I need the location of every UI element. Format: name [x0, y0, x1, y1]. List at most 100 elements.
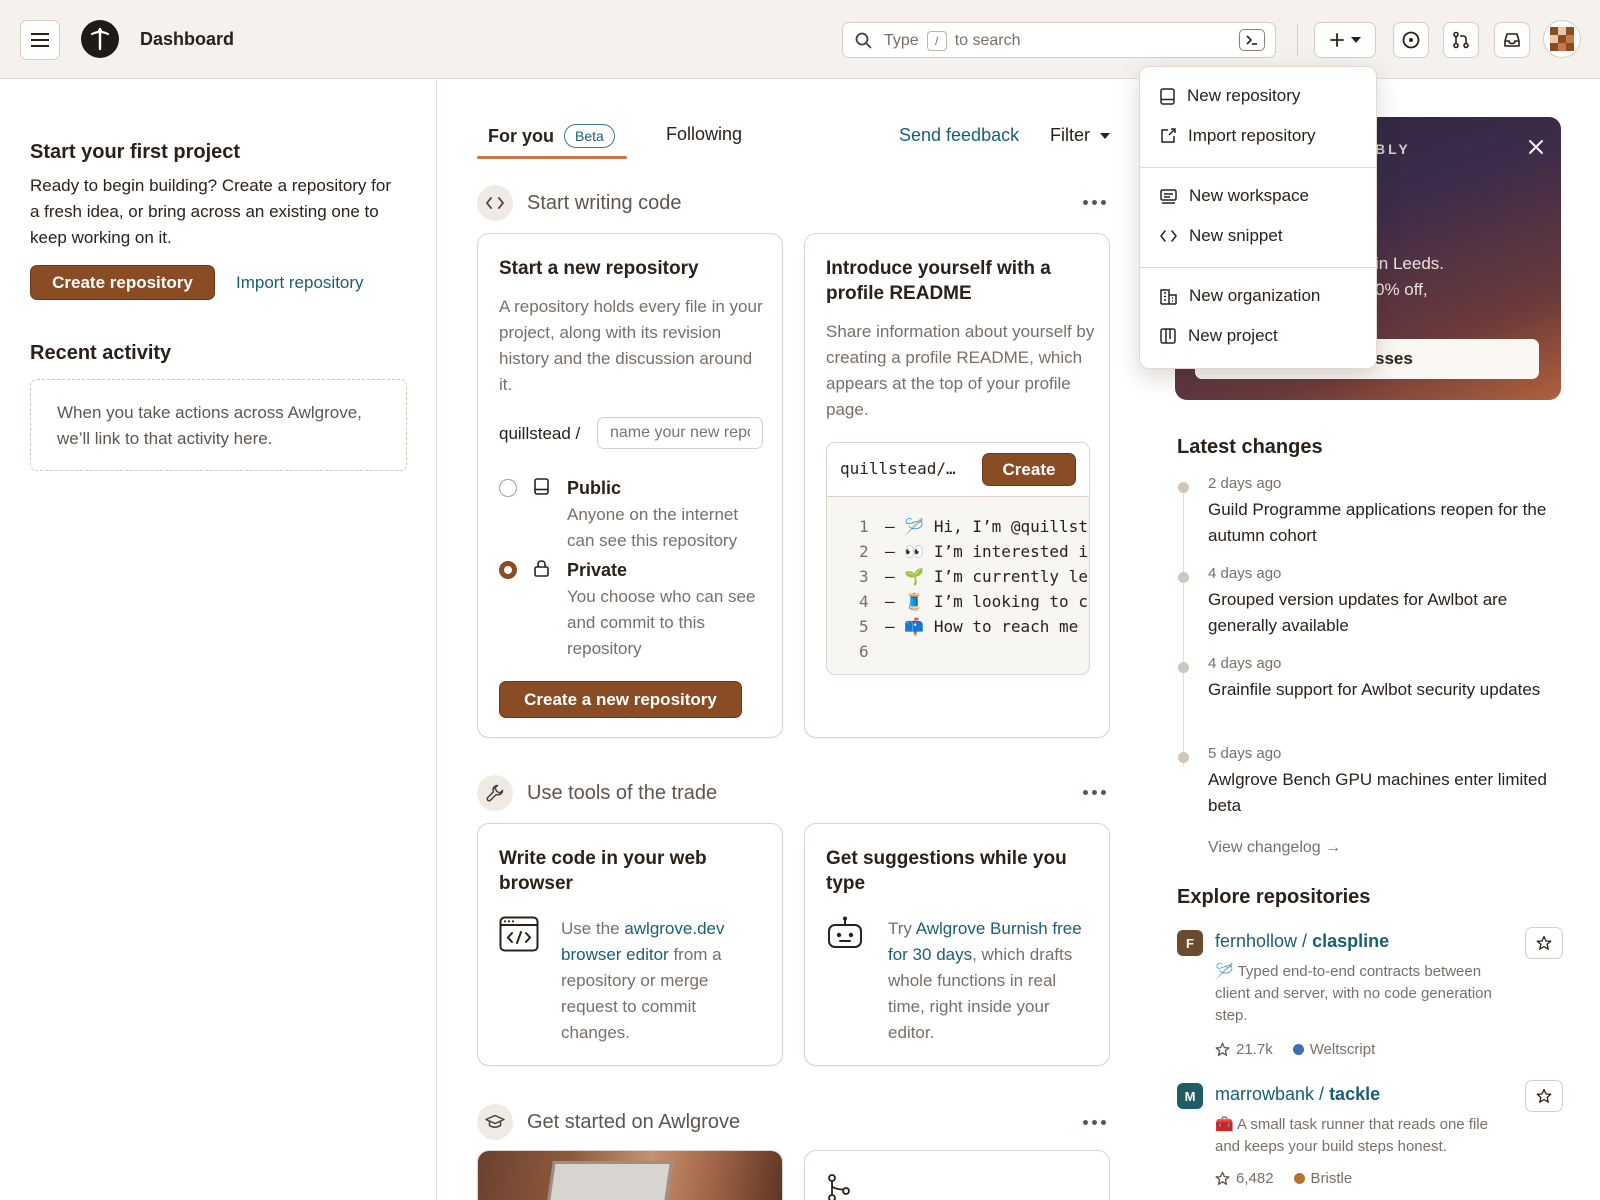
suggestions-card: Get suggestions while you type Try Awlgr… [804, 823, 1110, 1066]
repo-name-input[interactable] [597, 417, 763, 449]
inbox-icon [1503, 32, 1521, 48]
menu-new-workspace[interactable]: New workspace [1160, 186, 1309, 206]
create-repository-button[interactable]: Create repository [30, 265, 215, 300]
repo-language: Bristle [1310, 1170, 1353, 1187]
menu-new-organization[interactable]: New organization [1160, 286, 1320, 306]
repo-language: Weltscript [1309, 1041, 1376, 1058]
star-icon [1536, 935, 1552, 951]
section-get-started: Get started on Awlgrove [477, 1104, 740, 1140]
repo-meta: 21.7k Weltscript [1215, 1041, 1375, 1058]
explore-repositories-title: Explore repositories [1177, 886, 1371, 908]
create-readme-button[interactable]: Create [982, 453, 1076, 486]
menu-separator [1140, 167, 1376, 168]
close-icon[interactable] [1528, 139, 1544, 155]
get-started-card-image[interactable] [477, 1150, 783, 1200]
change-item[interactable]: 4 days ago Grainfile support for Awlbot … [1208, 655, 1558, 703]
card-text: A repository holds every file in your pr… [499, 297, 763, 394]
get-started-card-branching[interactable] [804, 1150, 1110, 1200]
timeline-dot [1178, 572, 1189, 583]
change-item[interactable]: 4 days ago Grouped version updates for A… [1208, 565, 1558, 639]
mortarboard-icon [477, 1104, 513, 1140]
repo-link[interactable]: fernhollow / claspline [1215, 931, 1389, 952]
merge-request-icon [1452, 31, 1470, 49]
command-palette-icon[interactable] [1239, 29, 1265, 51]
change-item[interactable]: 5 days ago Awlgrove Bench GPU machines e… [1208, 745, 1558, 819]
first-project-title: Start your first project [30, 141, 241, 163]
menu-import-repository[interactable]: Import repository [1160, 126, 1316, 146]
latest-changes-title: Latest changes [1177, 436, 1323, 458]
repo-description: 🪡 Typed end-to-end contracts between cli… [1215, 963, 1492, 1024]
menu-new-repository[interactable]: New repository [1160, 86, 1300, 106]
star-button[interactable] [1525, 927, 1563, 959]
private-radio[interactable] [499, 561, 517, 579]
tab-following[interactable]: Following [666, 124, 742, 145]
header-divider [1297, 24, 1298, 56]
view-changelog-link[interactable]: View changelog → [1208, 839, 1341, 857]
create-new-button[interactable] [1314, 22, 1376, 58]
card-title: Write code in your web browser [499, 848, 707, 894]
left-sidebar: Start your first project Ready to begin … [0, 80, 437, 1200]
caret-down-icon [1100, 132, 1110, 139]
timeline-dot [1178, 662, 1189, 673]
filter-dropdown[interactable]: Filter [1050, 125, 1110, 146]
repo-meta: 6,482 Bristle [1215, 1170, 1352, 1187]
section-more-icon[interactable] [1083, 790, 1106, 795]
web-editor-card: Write code in your web browser Use the a… [477, 823, 783, 1066]
timeline-dot [1178, 752, 1189, 763]
merge-requests-button[interactable] [1443, 22, 1479, 58]
timeline-dot [1178, 482, 1189, 493]
code-line: 6 [859, 642, 869, 661]
code-icon [477, 185, 513, 221]
repo-owner-avatar: M [1177, 1083, 1203, 1109]
repo-link[interactable]: marrowbank / tackle [1215, 1084, 1380, 1105]
change-item[interactable]: 2 days ago Guild Programme applications … [1208, 475, 1558, 549]
page-title: Dashboard [140, 29, 235, 49]
wrench-icon [477, 775, 513, 811]
star-icon [1536, 1088, 1552, 1104]
public-radio[interactable] [499, 479, 517, 497]
issues-button[interactable] [1393, 22, 1429, 58]
language-color-dot [1293, 1173, 1305, 1184]
tab-for-you[interactable]: For you Beta [488, 124, 615, 148]
code-line: 2– 👀 I’m interested in [859, 542, 1090, 561]
public-label: Public [567, 478, 622, 498]
beta-badge: Beta [564, 124, 615, 148]
card-text: Try Awlgrove Burnish free for 30 days, w… [888, 919, 1082, 1042]
search-input[interactable]: Type / to search [842, 22, 1276, 58]
repo-icon [1160, 87, 1175, 105]
caret-down-icon [1351, 37, 1361, 43]
search-icon [855, 32, 872, 49]
promo-line-2: 0% off, [1375, 280, 1428, 299]
lock-icon [534, 560, 549, 577]
robot-icon [826, 916, 864, 950]
section-more-icon[interactable] [1083, 1120, 1106, 1125]
browser-code-icon [499, 916, 539, 952]
star-count: 21.7k [1236, 1041, 1273, 1058]
code-icon [1160, 230, 1177, 242]
changes-timeline [1183, 486, 1184, 766]
send-feedback-link[interactable]: Send feedback [899, 125, 1019, 146]
code-preview-header: quillstead/… Create [827, 443, 1089, 497]
card-title: Start a new repository [499, 258, 699, 279]
app-logo[interactable] [81, 20, 119, 58]
promo-line-1: in Leeds. [1375, 254, 1444, 273]
section-more-icon[interactable] [1083, 200, 1106, 205]
inbox-button[interactable] [1494, 22, 1530, 58]
user-avatar[interactable] [1543, 20, 1581, 58]
repo-public-icon [534, 478, 549, 495]
import-repository-link[interactable]: Import repository [236, 273, 364, 293]
new-repository-card: Start a new repository A repository hold… [477, 233, 783, 738]
menu-new-project[interactable]: New project [1160, 326, 1278, 346]
import-icon [1160, 128, 1176, 144]
branch-icon [826, 1173, 852, 1200]
menu-new-snippet[interactable]: New snippet [1160, 226, 1283, 246]
issue-circle-icon [1402, 31, 1420, 49]
private-label: Private [567, 560, 628, 580]
hamburger-icon [31, 33, 49, 47]
private-description: You choose who can see and commit to thi… [567, 587, 756, 658]
menu-button[interactable] [20, 20, 60, 60]
star-button[interactable] [1525, 1080, 1563, 1112]
create-new-repository-button[interactable]: Create a new repository [499, 681, 742, 718]
code-line: 1– 🪡 Hi, I’m @quillstead [859, 517, 1089, 536]
card-text: Share information about yourself by crea… [826, 322, 1095, 419]
